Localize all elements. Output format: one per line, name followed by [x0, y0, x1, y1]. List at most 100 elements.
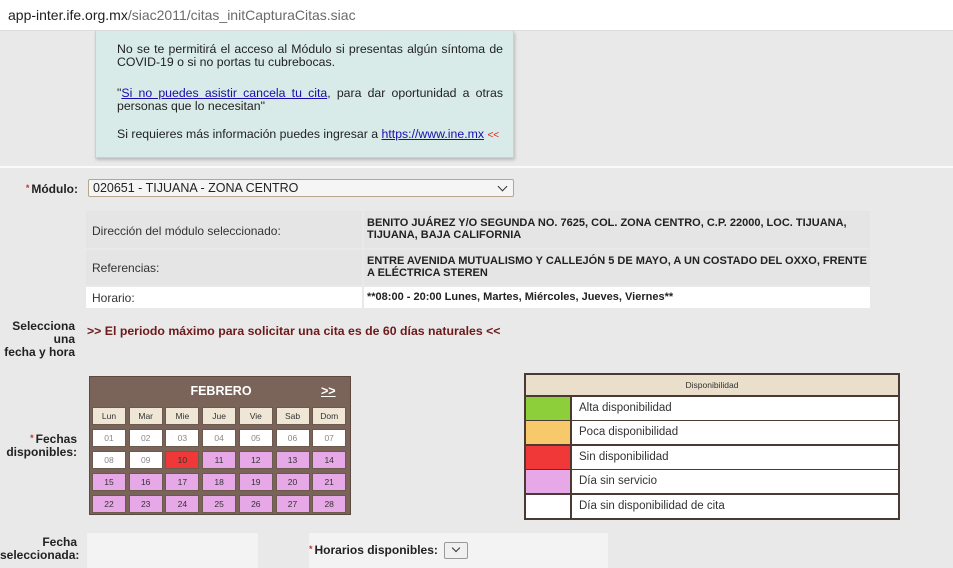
column-divider: [362, 287, 364, 308]
next-month-button[interactable]: >>: [321, 384, 336, 398]
url-text[interactable]: app-inter.ife.org.mx/siac2011/citas_init…: [8, 7, 356, 23]
legend-row: Poca disponibilidad: [526, 421, 898, 445]
calendar-day: 01: [92, 429, 126, 447]
horario-row: Horario: **08:00 - 20:00 Lunes, Martes, …: [86, 287, 870, 308]
horarios-label-text: Horarios disponibles:: [314, 543, 438, 557]
weekday-header: Vie: [238, 407, 273, 425]
covid-notice: No se te permitirá el acceso al Módulo s…: [95, 31, 514, 158]
notice-info-suffix: <<: [487, 130, 500, 141]
url-path: /siac2011/citas_initCapturaCitas.siac: [127, 7, 356, 23]
selecciona-label-line-3: fecha y hora: [4, 345, 75, 359]
calendar-day[interactable]: 20: [275, 473, 310, 491]
chevron-down-icon: [451, 543, 461, 553]
calendar-day[interactable]: 27: [275, 495, 310, 513]
weekday-header: Mar: [128, 407, 163, 425]
calendar-day[interactable]: 22: [92, 495, 126, 513]
page-content: No se te permitirá el acceso al Módulo s…: [0, 31, 953, 568]
horario-value: **08:00 - 20:00 Lunes, Martes, Miércoles…: [367, 291, 674, 303]
calendar-day: 03: [165, 429, 200, 447]
notice-cancel-text: "Si no puedes asistir cancela tu cita, p…: [117, 87, 503, 113]
calendar-day[interactable]: 24: [165, 495, 200, 513]
legend-swatch: [526, 470, 572, 494]
column-divider: [362, 211, 364, 248]
legend-title: Disponibilidad: [526, 375, 898, 395]
calendar-day[interactable]: 26: [238, 495, 273, 513]
cancel-appointment-link[interactable]: Si no puedes asistir cancela tu cita: [121, 86, 327, 100]
weekday-header: Sab: [275, 407, 310, 425]
modulo-selected-value: 020651 - TIJUANA - ZONA CENTRO: [93, 181, 299, 195]
legend-label: Sin disponibilidad: [579, 450, 669, 463]
calendar-day: 05: [238, 429, 273, 447]
calendar-day[interactable]: 12: [238, 451, 273, 469]
calendar-day[interactable]: 25: [202, 495, 237, 513]
calendar-day: 06: [275, 429, 310, 447]
referencias-label: Referencias:: [92, 261, 160, 275]
calendar-day: 09: [128, 451, 163, 469]
calendar-day[interactable]: 11: [202, 451, 237, 469]
notice-info-text: Si requieres más información puedes ingr…: [117, 128, 503, 142]
legend-label: Poca disponibilidad: [579, 426, 679, 439]
horario-label: Horario:: [92, 291, 135, 305]
calendar-day[interactable]: 18: [202, 473, 237, 491]
legend-swatch: [526, 494, 572, 518]
fecha-seleccionada-field[interactable]: [87, 533, 258, 568]
direccion-value: BENITO JUÁREZ Y/O SEGUNDA NO. 7625, COL.…: [367, 217, 847, 241]
legend-swatch: [526, 421, 572, 445]
ine-link[interactable]: https://www.ine.mx: [382, 127, 485, 141]
calendar-day: 08: [92, 451, 126, 469]
horarios-section: * Horarios disponibles:: [309, 533, 608, 568]
legend-swatch: [526, 397, 572, 420]
periodo-message: >> El periodo máximo para solicitar una …: [87, 324, 501, 338]
calendar-day: 04: [202, 429, 237, 447]
fecha-sel-label-line-2: seleccionada:: [0, 548, 80, 562]
selecciona-fecha-label: Selecciona una fecha y hora: [0, 320, 75, 359]
fechas-label-line-1: Fechas: [35, 432, 77, 446]
horarios-label: * Horarios disponibles:: [309, 543, 438, 557]
modulo-label-text: Módulo:: [31, 182, 78, 196]
legend-label: Día sin disponibilidad de cita: [579, 499, 725, 512]
direccion-label: Dirección del módulo seleccionado:: [92, 224, 281, 238]
date-calendar: FEBRERO >> Lun Mar Mie Jue Vie Sab Dom 01 02 03 04…: [89, 376, 351, 515]
notice-info-prefix: Si requieres más información puedes ingr…: [117, 127, 382, 141]
url-host: app-inter.ife.org.mx: [8, 7, 128, 23]
availability-legend: Disponibilidad Alta disponibilidad Poca d…: [524, 373, 900, 520]
divider: [0, 166, 953, 168]
weekday-header: Jue: [202, 407, 237, 425]
horarios-select[interactable]: [444, 542, 468, 559]
legend-row: Alta disponibilidad: [526, 397, 898, 420]
legend-row: Día sin servicio: [526, 470, 898, 494]
calendar-day: 02: [128, 429, 163, 447]
required-mark: *: [30, 433, 34, 443]
column-divider: [362, 250, 364, 285]
chevron-down-icon: [497, 181, 508, 192]
legend-label: Día sin servicio: [579, 475, 657, 488]
calendar-day[interactable]: 16: [128, 473, 163, 491]
calendar-day[interactable]: 17: [165, 473, 200, 491]
legend-swatch: [526, 445, 572, 469]
notice-covid-text: No se te permitirá el acceso al Módulo s…: [117, 42, 503, 69]
calendar-day[interactable]: 21: [312, 473, 347, 491]
fecha-seleccionada-label: Fecha seleccionada:: [0, 536, 80, 562]
fechas-label-line-2: disponibles:: [6, 445, 77, 459]
calendar-day[interactable]: 10: [165, 451, 200, 469]
referencias-row: Referencias: ENTRE AVENIDA MUTUALISMO Y …: [86, 250, 870, 285]
calendar-day[interactable]: 28: [312, 495, 347, 513]
calendar-month-title: FEBRERO: [190, 384, 252, 398]
required-mark: *: [25, 183, 30, 193]
calendar-day[interactable]: 15: [92, 473, 126, 491]
direccion-row: Dirección del módulo seleccionado: BENIT…: [86, 211, 870, 248]
calendar-day[interactable]: 14: [312, 451, 347, 469]
calendar-day[interactable]: 13: [275, 451, 310, 469]
weekday-header: Mie: [165, 407, 200, 425]
fechas-disponibles-label: * Fechas disponibles:: [0, 432, 77, 459]
weekday-header: Lun: [92, 407, 126, 425]
required-mark: *: [309, 544, 313, 554]
modulo-select[interactable]: 020651 - TIJUANA - ZONA CENTRO: [88, 179, 514, 197]
modulo-label: * Módulo:: [0, 182, 78, 196]
referencias-value: ENTRE AVENIDA MUTUALISMO Y CALLEJÓN 5 DE…: [367, 255, 867, 279]
calendar-day[interactable]: 23: [128, 495, 163, 513]
calendar-day: 07: [312, 429, 347, 447]
address-bar[interactable]: app-inter.ife.org.mx/siac2011/citas_init…: [0, 0, 953, 31]
legend-label: Alta disponibilidad: [579, 402, 672, 414]
calendar-day[interactable]: 19: [238, 473, 273, 491]
